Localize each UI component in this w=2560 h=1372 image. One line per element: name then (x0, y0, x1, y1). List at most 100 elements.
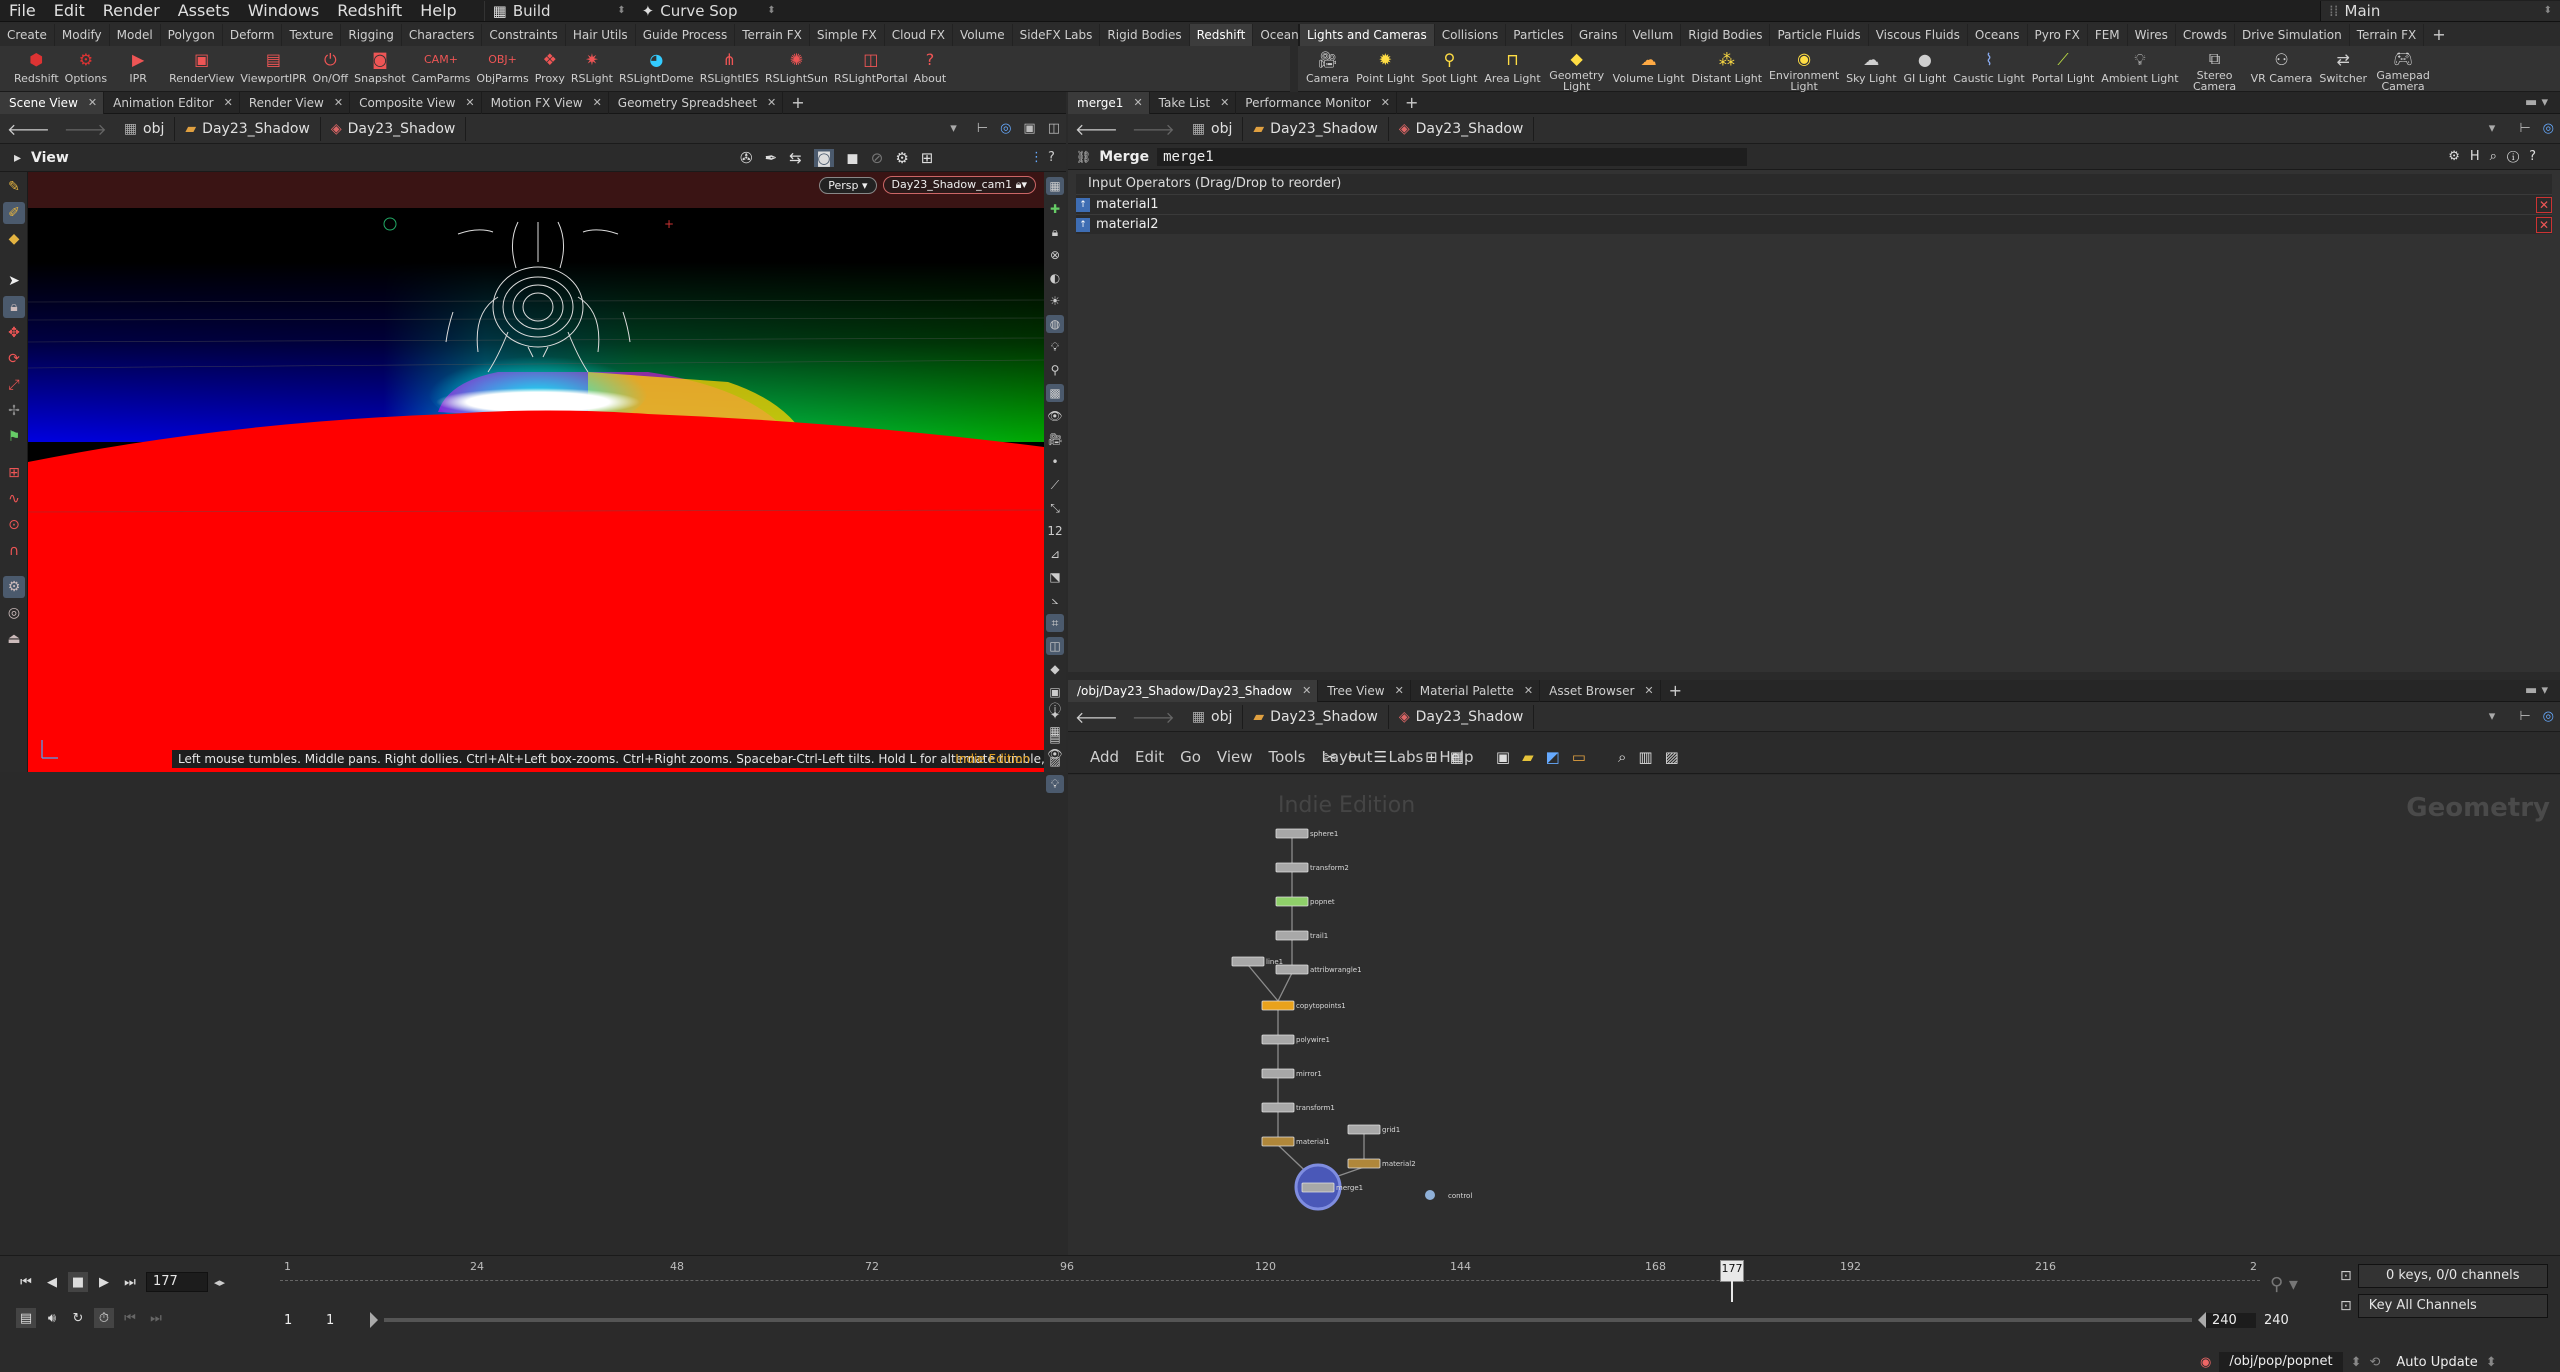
shelf-tab[interactable]: Wires (2128, 24, 2176, 46)
pane-menu-icon[interactable]: ▬ ▾ (2525, 683, 2560, 698)
close-view-icon[interactable]: ⊗ (1046, 246, 1064, 264)
play-backward-icon[interactable]: ◀ (42, 1272, 62, 1292)
breadcrumb-geo[interactable]: ◈ Day23_Shadow (1389, 116, 1535, 141)
shelf-tab[interactable]: Particles (1506, 24, 1572, 46)
viewport[interactable]: + Persp ▾ Day23_Shadow_cam1 🔒︎▾ Left mou… (28, 172, 1044, 772)
render-cam-icon[interactable]: ⏏ (3, 628, 25, 650)
add-tab-button[interactable]: + (1661, 680, 1690, 702)
guide-icon[interactable]: ⦣ (1046, 591, 1064, 609)
link-icon[interactable]: ◎ (994, 121, 1017, 136)
realtime-icon[interactable]: ⏱ (94, 1308, 114, 1328)
tool-options[interactable]: ⚙ Options (65, 46, 107, 92)
close-icon[interactable]: ✕ (1395, 680, 1404, 702)
shelf-tab[interactable]: Deform (223, 24, 283, 46)
breadcrumb-geo[interactable]: ◈ Day23_Shadow (1389, 704, 1535, 729)
snap-grid-icon[interactable]: ⊞ (3, 462, 25, 484)
tool-rslighties[interactable]: ⋔ RSLightIES (700, 46, 759, 92)
tool-gi-light[interactable]: ● GI Light (1904, 46, 1947, 92)
display-icon[interactable]: ▦ (1046, 177, 1064, 195)
select-tool-icon[interactable]: ✒ (765, 149, 778, 167)
pane-menu-icon[interactable]: ▬ ▾ (2525, 95, 2560, 110)
tool-snapshot[interactable]: ◙ Snapshot (354, 46, 405, 92)
menu-assets[interactable]: Assets (169, 0, 239, 22)
remove-input-icon[interactable]: ✕ (2536, 216, 2552, 233)
tool-gamepad-camera[interactable]: 🎮︎ Gamepad Camera (2374, 46, 2432, 92)
input-row[interactable]: ↑ material1 ✕ (1076, 194, 2552, 214)
shelf-tab[interactable]: Collisions (1435, 24, 1507, 46)
shelf-tab[interactable]: Volume (953, 24, 1013, 46)
play-forward-icon[interactable]: ▶ (94, 1272, 114, 1292)
grid-view-icon[interactable]: ⊞ (1425, 748, 1438, 766)
tool-distant-light[interactable]: ⁂ Distant Light (1692, 46, 1763, 92)
close-icon[interactable]: ✕ (1220, 92, 1229, 114)
desktop-selector[interactable]: ▦ Build ⬍ (483, 0, 634, 21)
perspective-icon[interactable]: ⌗ (1046, 614, 1064, 632)
bulb-on-icon[interactable]: 💡︎ (1046, 775, 1064, 793)
shelf-tab[interactable]: SideFX Labs (1013, 24, 1101, 46)
range-end-handle[interactable] (2198, 1312, 2206, 1328)
search-icon[interactable]: ⌕ (1618, 748, 1626, 766)
menu-help[interactable]: Help (411, 0, 465, 22)
key-all-channels-button[interactable]: Key All Channels (2357, 1294, 2548, 1318)
time-slider[interactable]: 1 24 48 72 96 120 144 168 192 216 2 177 (280, 1260, 2260, 1302)
shelf-tab[interactable]: Particle Fluids (1770, 24, 1869, 46)
tool-proxy[interactable]: ❖ Proxy (535, 46, 565, 92)
tab-network-path[interactable]: /obj/Day23_Shadow/Day23_Shadow ✕ (1068, 679, 1319, 702)
list-icon[interactable]: ☰ (1374, 748, 1387, 766)
texture-icon[interactable]: ▩ (1046, 384, 1064, 402)
range-start-handle[interactable] (370, 1312, 378, 1328)
path-dropdown-icon[interactable]: ▾ (2489, 709, 2514, 724)
snapshot-icon[interactable]: ▣ (1017, 121, 1041, 136)
info-icon[interactable]: ⓘ (1046, 699, 1064, 717)
keyframe-icon[interactable]: ⊡ (2340, 1268, 2352, 1284)
tool-onoff[interactable]: ⏻ On/Off (313, 46, 349, 92)
render-region-icon[interactable]: ⊞ (921, 149, 934, 167)
range-end-field[interactable]: 240 (2206, 1312, 2256, 1328)
shelf-tab[interactable]: Characters (402, 24, 483, 46)
close-icon[interactable]: ✕ (767, 92, 776, 114)
close-icon[interactable]: ✕ (88, 92, 97, 114)
help-icon[interactable]: ? (1048, 150, 1055, 165)
close-icon[interactable]: ✕ (465, 92, 474, 114)
shelf-tab[interactable]: Terrain FX (735, 24, 810, 46)
input-row[interactable]: ↑ material2 ✕ (1076, 214, 2552, 234)
shelf-tab[interactable]: Simple FX (810, 24, 885, 46)
add-tab-button[interactable]: + (1397, 92, 1426, 114)
paint-icon[interactable]: ✐ (3, 202, 25, 224)
shelf-tab[interactable]: Terrain FX (2350, 24, 2425, 46)
info-icon[interactable]: ⓘ (2507, 149, 2529, 164)
close-icon[interactable]: ✕ (1644, 680, 1653, 702)
tab-motion-fx-view[interactable]: Motion FX View ✕ (482, 91, 609, 114)
pose-icon[interactable]: ⚑ (3, 426, 25, 448)
link-icon[interactable]: ◎ (2537, 121, 2560, 136)
shelf-tab-lights-cameras[interactable]: Lights and Cameras (1300, 24, 1435, 46)
loop-icon[interactable]: ↻ (68, 1308, 88, 1328)
tool-point-light[interactable]: ✹ Point Light (1356, 46, 1414, 92)
node-name-field[interactable]: merge1 (1157, 147, 1748, 166)
shelf-tab[interactable]: Modify (55, 24, 110, 46)
shelf-tab[interactable]: Constraints (482, 24, 566, 46)
hull-icon[interactable]: ⬔ (1046, 568, 1064, 586)
shelf-tab[interactable]: Cloud FX (885, 24, 953, 46)
close-icon[interactable]: ✕ (1302, 680, 1311, 702)
tool-stereo-camera[interactable]: ⧉ Stereo Camera (2186, 46, 2244, 92)
cook-icon[interactable]: ✚ (1046, 200, 1064, 218)
shelf-tab[interactable]: Rigid Bodies (1100, 24, 1190, 46)
breadcrumb-obj[interactable]: ▦ obj (114, 116, 176, 141)
tool-geometry-light[interactable]: ◆ Geometry Light (1548, 46, 1606, 92)
display-options-icon[interactable]: ⋮ (1030, 150, 1043, 165)
shelf-tab[interactable]: Grains (1572, 24, 1626, 46)
menu-edit[interactable]: Edit (45, 0, 94, 22)
network-menu-add[interactable]: Add (1082, 748, 1127, 766)
close-icon[interactable]: ✕ (593, 92, 602, 114)
shelf-tab-redshift[interactable]: Redshift (1189, 24, 1254, 46)
key-tool-icon[interactable]: ⚲ ▾ (2270, 1274, 2298, 1295)
image-icon[interactable]: ▣ (1496, 748, 1510, 766)
tool-spot-light[interactable]: ⚲ Spot Light (1421, 46, 1477, 92)
range-track[interactable] (384, 1318, 2192, 1322)
search-icon[interactable]: ⌕ (2490, 149, 2507, 164)
render-icon[interactable]: ◫ (1042, 121, 1066, 136)
breadcrumb-obj[interactable]: ▦ obj (1182, 704, 1244, 729)
context-selector[interactable]: ✦ Curve Sop ⬍ (634, 1, 784, 21)
pin-icon[interactable]: ⊢ (2513, 121, 2536, 136)
